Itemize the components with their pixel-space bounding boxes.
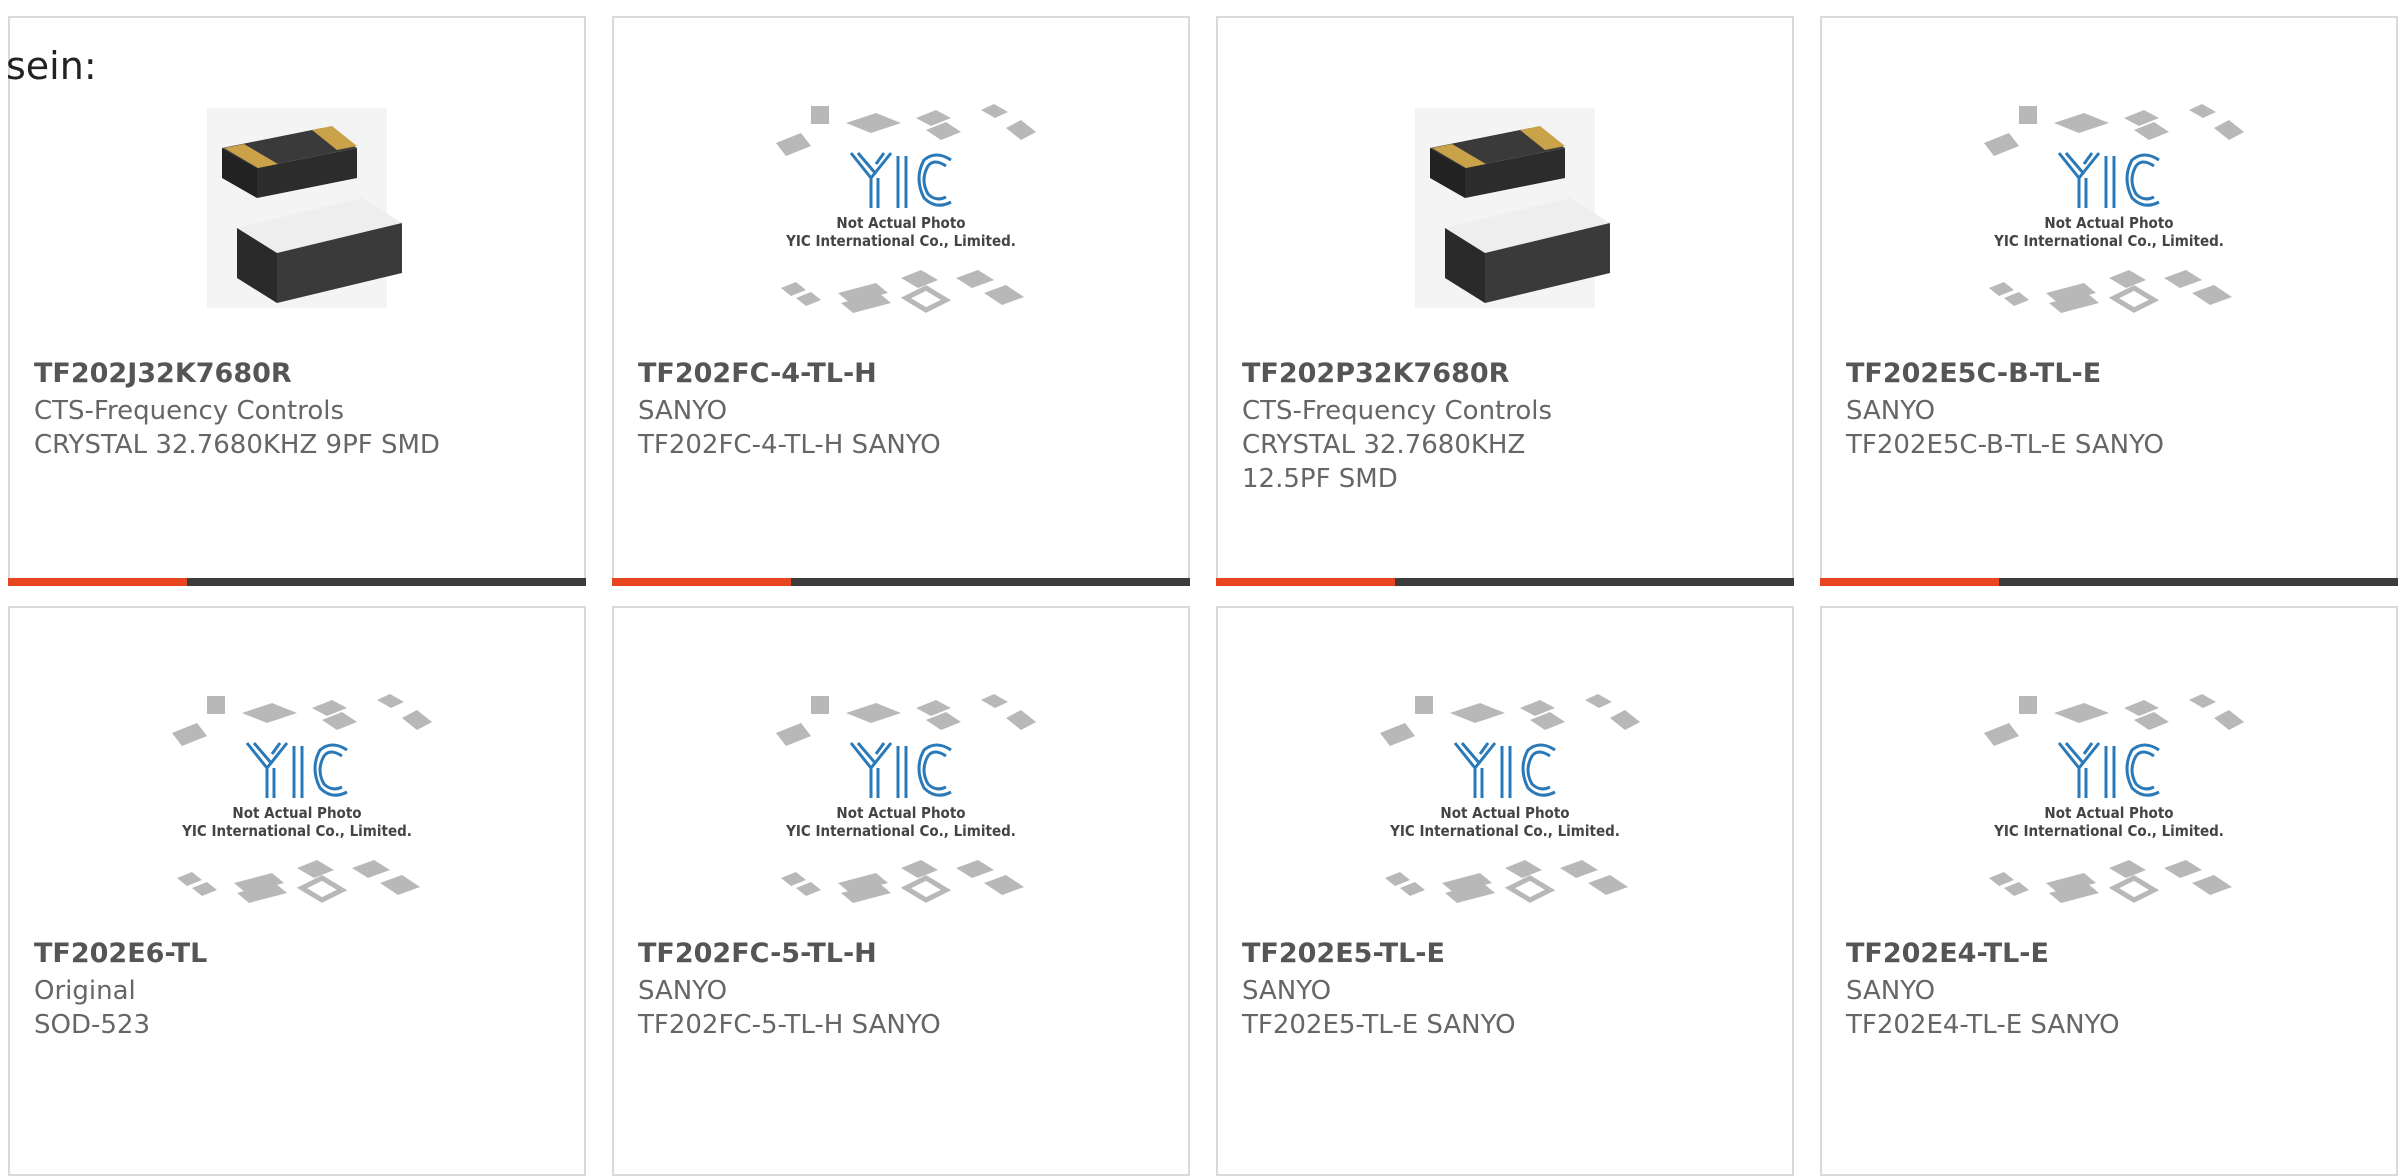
- product-card[interactable]: Not Actual Photo YIC International Co., L…: [1216, 606, 1794, 1176]
- part-number-link[interactable]: TF202J32K7680R: [34, 358, 292, 389]
- manufacturer-label: CTS-Frequency Controls: [34, 396, 345, 426]
- crystal-component-image: [207, 108, 402, 308]
- description-label: CRYSTAL 32.7680KHZ 12.5PF SMD: [1242, 430, 1526, 494]
- progress-bar-fill: [1820, 578, 2000, 586]
- product-card[interactable]: TF202J32K7680R CTS-Frequency Controls CRYS…: [8, 16, 586, 586]
- manufacturer-label: CTS-Frequency Controls: [1242, 396, 1553, 426]
- part-number-link[interactable]: TF202E6-TL: [34, 938, 207, 969]
- progress-bar: [612, 578, 1190, 586]
- yic-logo-icon: [2057, 742, 2160, 798]
- yic-logo-icon: [245, 742, 348, 798]
- product-image[interactable]: Not Actual PhotoYIC International Co., L…: [1974, 98, 2244, 338]
- product-card[interactable]: Not Actual Photo YIC International Co., L…: [612, 606, 1190, 1176]
- progress-bar: [1216, 578, 1794, 586]
- description-label: TF202E5C-B-TL-E SANYO: [1846, 430, 2165, 460]
- description-label: TF202FC-4-TL-H SANYO: [638, 430, 941, 460]
- placeholder-caption-2: YIC International Co., Limited.: [785, 232, 1016, 250]
- part-number-link[interactable]: TF202FC-5-TL-H: [638, 938, 877, 969]
- placeholder-caption-2: YIC International Co., Limited.: [1993, 822, 2224, 840]
- placeholder-caption-1: Not Actual Photo: [836, 214, 965, 232]
- placeholder-caption-1: Not Actual Photo: [836, 804, 965, 822]
- placeholder-caption-2: YIC International Co., Limited.: [181, 822, 412, 840]
- placeholder-caption-2: YIC International Co., Limited.: [1389, 822, 1620, 840]
- description-label: TF202FC-5-TL-H SANYO: [638, 1010, 941, 1040]
- product-card[interactable]: Not Actual Photo YIC International Co., L…: [1820, 16, 2398, 586]
- part-number-link[interactable]: TF202E5-TL-E: [1242, 938, 1445, 969]
- placeholder-caption-2: YIC International Co., Limited.: [785, 822, 1016, 840]
- product-image[interactable]: Not Actual PhotoYIC International Co., L…: [162, 688, 432, 928]
- part-number-link[interactable]: TF202P32K7680R: [1242, 358, 1509, 389]
- placeholder-caption-1: Not Actual Photo: [2044, 804, 2173, 822]
- part-number-link[interactable]: TF202E4-TL-E: [1846, 938, 2049, 969]
- progress-bar-fill: [612, 578, 792, 586]
- yic-logo-icon: [849, 152, 952, 208]
- description-label: SOD-523: [34, 1010, 150, 1040]
- progress-bar: [8, 578, 586, 586]
- yic-logo-icon: [1453, 742, 1556, 798]
- part-number-link[interactable]: TF202FC-4-TL-H: [638, 358, 877, 389]
- not-actual-photo-placeholder: Not Actual PhotoYIC International Co., L…: [1984, 694, 2244, 903]
- progress-bar: [1820, 578, 2398, 586]
- not-actual-photo-placeholder: Not Actual PhotoYIC International Co., L…: [776, 104, 1036, 313]
- product-image[interactable]: Not Actual PhotoYIC International Co., L…: [766, 688, 1036, 928]
- placeholder-caption-2: YIC International Co., Limited.: [1993, 232, 2224, 250]
- manufacturer-label: SANYO: [1846, 396, 1936, 426]
- product-image[interactable]: [162, 88, 432, 328]
- manufacturer-label: SANYO: [1846, 976, 1936, 1006]
- manufacturer-label: SANYO: [1242, 976, 1332, 1006]
- manufacturer-label: Original: [34, 976, 136, 1006]
- manufacturer-label: SANYO: [638, 976, 728, 1006]
- product-grid: TF202J32K7680R CTS-Frequency Controls CRYS…: [0, 0, 2400, 1176]
- description-label: TF202E4-TL-E SANYO: [1846, 1010, 2120, 1040]
- product-card[interactable]: Not Actual Photo YIC International Co., L…: [612, 16, 1190, 586]
- yic-logo-icon: [849, 742, 952, 798]
- product-image[interactable]: [1370, 88, 1640, 328]
- not-actual-photo-placeholder: Not Actual PhotoYIC International Co., L…: [1380, 694, 1640, 903]
- placeholder-caption-1: Not Actual Photo: [232, 804, 361, 822]
- placeholder-caption-1: Not Actual Photo: [1440, 804, 1569, 822]
- product-card[interactable]: TF202P32K7680R CTS-Frequency Controls CRYS…: [1216, 16, 1794, 586]
- description-label: TF202E5-TL-E SANYO: [1242, 1010, 1516, 1040]
- part-number-link[interactable]: TF202E5C-B-TL-E: [1846, 358, 2101, 389]
- description-label: CRYSTAL 32.7680KHZ 9PF SMD: [34, 430, 440, 460]
- product-image[interactable]: Not Actual PhotoYIC International Co., L…: [1974, 688, 2244, 928]
- product-image[interactable]: Not Actual PhotoYIC International Co., L…: [766, 98, 1036, 338]
- product-image[interactable]: Not Actual PhotoYIC International Co., L…: [1370, 688, 1640, 928]
- not-actual-photo-placeholder: Not Actual PhotoYIC International Co., L…: [172, 694, 432, 903]
- crystal-component-image: [1415, 108, 1610, 308]
- yic-logo-icon: [2057, 152, 2160, 208]
- manufacturer-label: SANYO: [638, 396, 728, 426]
- placeholder-caption-1: Not Actual Photo: [2044, 214, 2173, 232]
- not-actual-photo-placeholder: Not Actual PhotoYIC International Co., L…: [776, 694, 1036, 903]
- progress-bar-fill: [8, 578, 188, 586]
- progress-bar-fill: [1216, 578, 1396, 586]
- lead-text: sein:: [6, 44, 97, 88]
- product-card[interactable]: Not Actual Photo YIC International Co., L…: [1820, 606, 2398, 1176]
- product-card[interactable]: Not Actual Photo YIC International Co., L…: [8, 606, 586, 1176]
- not-actual-photo-placeholder: Not Actual PhotoYIC International Co., L…: [1984, 104, 2244, 313]
